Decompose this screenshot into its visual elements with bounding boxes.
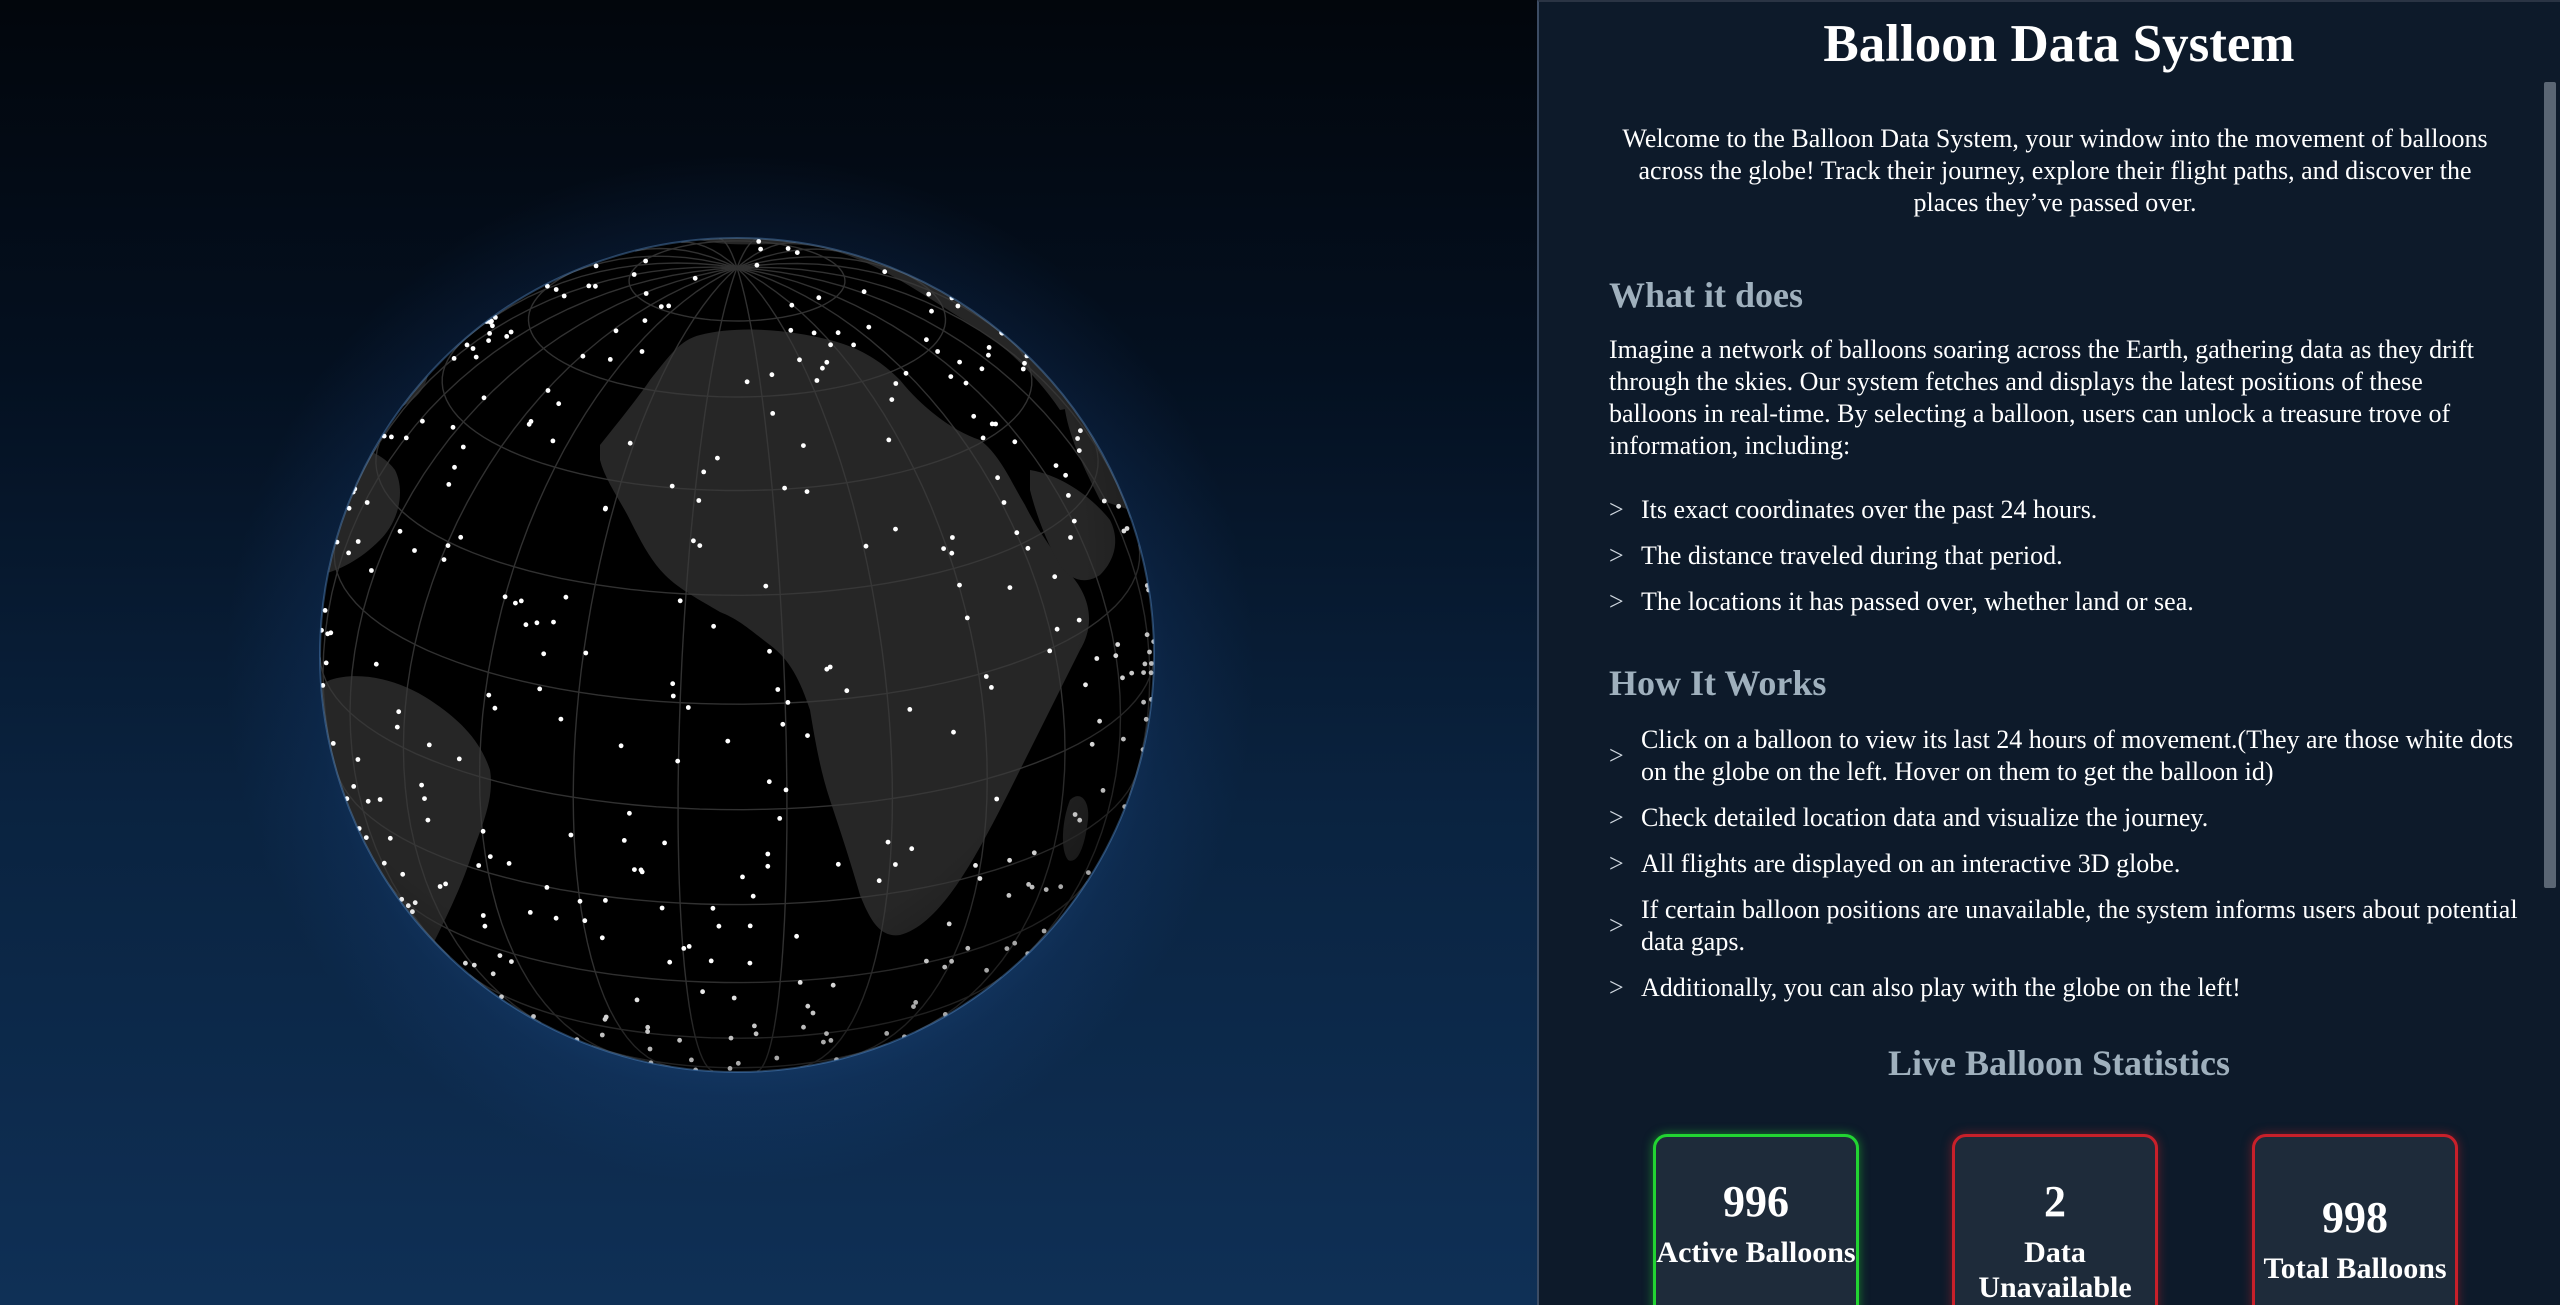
- chevron-right-icon: >: [1609, 911, 1624, 940]
- data-unavailable-label: Data Unavailable: [1978, 1236, 2132, 1304]
- active-balloons-card: 996 Active Balloons: [1653, 1134, 1859, 1305]
- panel-scrollbar[interactable]: [2539, 2, 2560, 1305]
- list-item-text: Its exact coordinates over the past 24 h…: [1641, 495, 2098, 524]
- globe-viewport[interactable]: [0, 0, 1537, 1305]
- what-it-does-heading: What it does: [1609, 275, 1804, 315]
- how-it-works-list: > Click on a balloon to view its last 24 …: [1609, 724, 2539, 1018]
- feature-list: > Its exact coordinates over the past 24 …: [1609, 494, 2539, 632]
- list-item-text: If certain balloon positions are unavail…: [1641, 895, 2518, 956]
- list-item: > If certain balloon positions are unavai…: [1609, 894, 2539, 958]
- list-item-text: The locations it has passed over, whethe…: [1641, 587, 2194, 616]
- scrollbar-thumb[interactable]: [2544, 82, 2556, 888]
- chevron-right-icon: >: [1609, 495, 1624, 524]
- list-item-text: All flights are displayed on an interact…: [1641, 849, 2181, 878]
- chevron-right-icon: >: [1609, 587, 1624, 616]
- active-balloons-label: Active Balloons: [1656, 1236, 1856, 1269]
- total-balloons-card: 998 Total Balloons: [2252, 1134, 2458, 1305]
- list-item-text: Additionally, you can also play with the…: [1641, 973, 2241, 1002]
- list-item: > Its exact coordinates over the past 24 …: [1609, 494, 2539, 526]
- app-title: Balloon Data System: [1823, 15, 2295, 73]
- list-item-text: Check detailed location data and visuali…: [1641, 803, 2209, 832]
- total-balloons-count: 998: [2322, 1193, 2388, 1242]
- how-it-works-heading: How It Works: [1609, 663, 1827, 703]
- welcome-text: Welcome to the Balloon Data System, your…: [1622, 124, 2488, 217]
- total-balloons-label: Total Balloons: [2263, 1252, 2447, 1285]
- what-it-does-intro: Imagine a network of balloons soaring ac…: [1609, 335, 2474, 460]
- list-item: > The locations it has passed over, wheth…: [1609, 586, 2539, 618]
- globe-shading: [320, 238, 1154, 1072]
- list-item: > Additionally, you can also play with th…: [1609, 972, 2539, 1004]
- interactive-3d-globe[interactable]: [0, 0, 1537, 1305]
- chevron-right-icon: >: [1609, 973, 1624, 1002]
- info-panel[interactable]: Balloon Data System Welcome to the Ballo…: [1537, 0, 2560, 1305]
- live-stats-heading: Live Balloon Statistics: [1887, 1043, 2231, 1083]
- list-item: > The distance traveled during that perio…: [1609, 540, 2539, 572]
- data-unavailable-count: 2: [2044, 1177, 2066, 1226]
- chevron-right-icon: >: [1609, 803, 1624, 832]
- chevron-right-icon: >: [1609, 849, 1624, 878]
- data-unavailable-card: 2 Data Unavailable: [1952, 1134, 2158, 1305]
- chevron-right-icon: >: [1609, 741, 1624, 770]
- list-item-text: The distance traveled during that period…: [1641, 541, 2063, 570]
- list-item: > All flights are displayed on an interac…: [1609, 848, 2539, 880]
- list-item-text: Click on a balloon to view its last 24 h…: [1641, 725, 2514, 786]
- active-balloons-count: 996: [1723, 1177, 1789, 1226]
- list-item: > Check detailed location data and visual…: [1609, 802, 2539, 834]
- list-item: > Click on a balloon to view its last 24 …: [1609, 724, 2539, 788]
- chevron-right-icon: >: [1609, 541, 1624, 570]
